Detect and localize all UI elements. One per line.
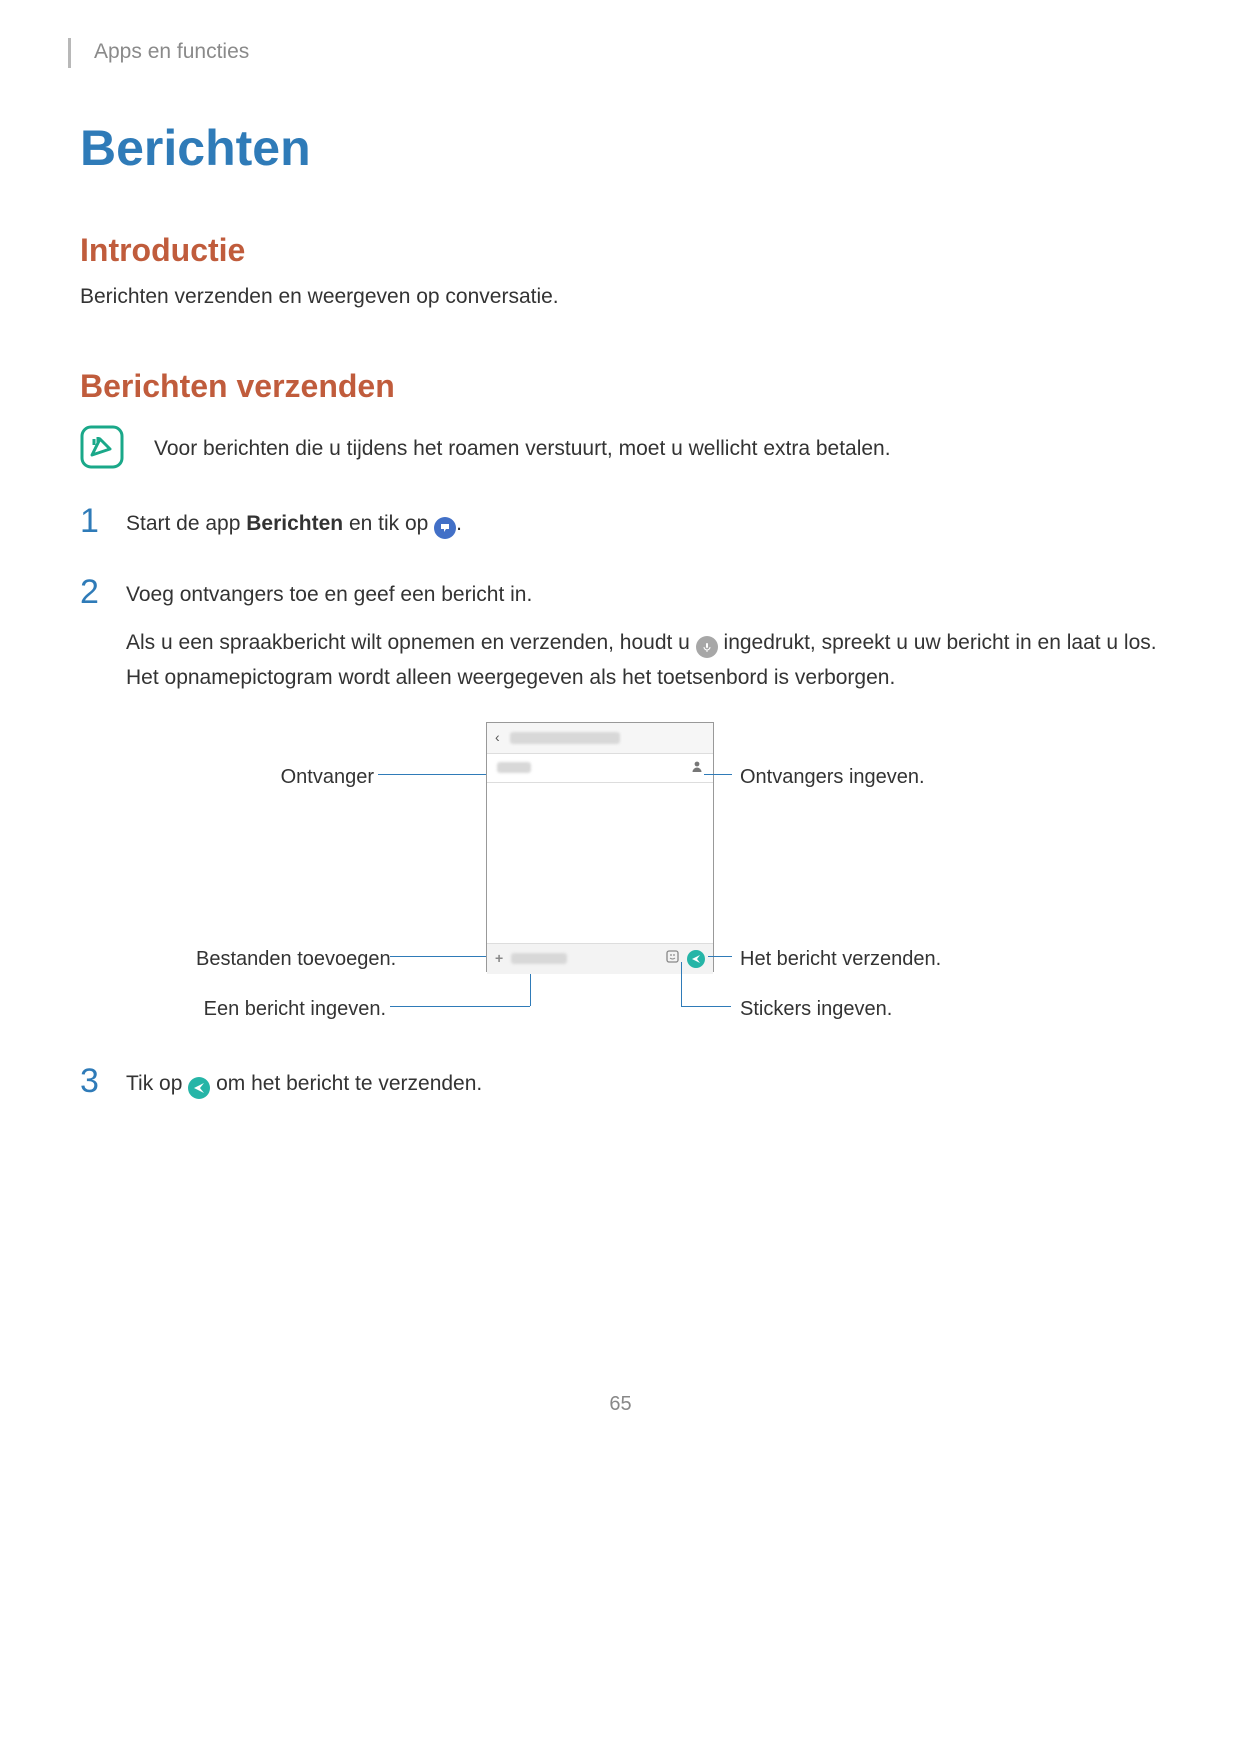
page-number: 65 [80,1393,1161,1416]
send-icon [687,950,705,968]
compose-diagram: Ontvanger Bestanden toevoegen. Een beric… [126,722,1161,1032]
contact-icon [691,758,703,778]
step1-tail: . [456,512,462,535]
callout-compose: Een bericht ingeven. [196,994,386,1024]
callout-recipients-enter: Ontvangers ingeven. [740,762,925,792]
attach-plus-icon: + [495,948,503,969]
leader-line [704,774,732,775]
step-2-line1: Voeg ontvangers toe en geef een bericht … [126,579,1161,611]
step-1-text: Start de app Berichten en tik op . [126,508,462,544]
back-chevron-icon: ‹ [495,727,500,748]
send-icon [188,1072,210,1104]
blur-hint [511,953,567,964]
leader-line [378,774,486,775]
leader-line [390,1006,530,1007]
leader-line [390,956,490,957]
callout-recipient: Ontvanger [274,762,374,792]
blur-recipient [497,762,531,773]
page-title: Berichten [80,119,1161,177]
callout-stickers: Stickers ingeven. [740,994,892,1024]
app-name-berichten: Berichten [246,512,343,535]
step3-post: om het bericht te verzenden. [216,1072,482,1095]
leader-line [681,1006,731,1007]
blur-title [510,732,620,744]
voice-record-icon [696,631,718,663]
breadcrumb: Apps en functies [94,40,1161,64]
leader-line [708,956,732,957]
step3-pre: Tik op [126,1072,188,1095]
sticker-icon [666,950,679,968]
step-3: 3 Tik op om het bericht te verzenden. [80,1064,1161,1114]
leader-line [681,962,682,1006]
section-intro-body: Berichten verzenden en weergeven op conv… [80,281,1161,313]
roaming-note: Voor berichten die u tijdens het roamen … [154,437,891,461]
step-3-text: Tik op om het bericht te verzenden. [126,1068,482,1104]
note-icon [80,425,124,474]
step-2: 2 Voeg ontvangers toe en geef een berich… [80,575,1161,1042]
callout-send: Het bericht verzenden. [740,944,941,974]
step-number: 3 [80,1064,104,1098]
section-intro-title: Introductie [80,232,1161,269]
section-send-title: Berichten verzenden [80,368,1161,405]
phone-mock: ‹ + [486,722,714,972]
step-1: 1 Start de app Berichten en tik op . [80,504,1161,554]
messages-compose-icon [434,512,456,544]
step1-pre: Start de app [126,512,246,535]
callout-attach: Bestanden toevoegen. [196,944,386,974]
step1-post: en tik op [343,512,434,535]
step-2-line2: Als u een spraakbericht wilt opnemen en … [126,627,1161,694]
step-number: 1 [80,504,104,538]
step2-line2a: Als u een spraakbericht wilt opnemen en … [126,631,696,654]
step-number: 2 [80,575,104,609]
header-rule [68,38,71,68]
